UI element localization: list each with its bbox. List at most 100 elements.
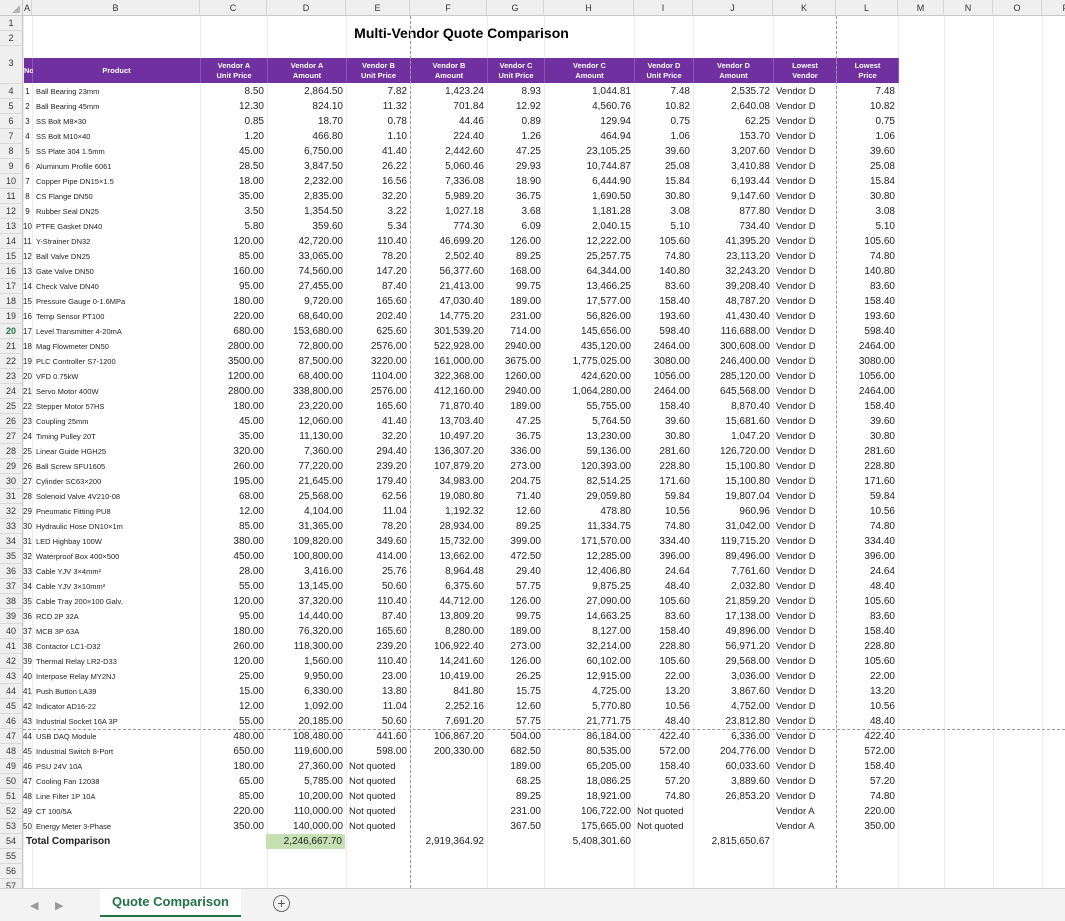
value-cell[interactable]: 522,928.00: [410, 339, 487, 354]
value-cell[interactable]: 30.80: [634, 189, 693, 204]
value-cell[interactable]: 338,800.00: [267, 384, 346, 399]
value-cell[interactable]: 10.56: [634, 504, 693, 519]
row-header-40[interactable]: 40: [0, 624, 23, 639]
value-cell[interactable]: 39.60: [634, 414, 693, 429]
row-header-12[interactable]: 12: [0, 204, 23, 219]
value-cell[interactable]: Vendor D: [773, 384, 836, 399]
value-cell[interactable]: 17,138.00: [693, 609, 773, 624]
index-cell[interactable]: 14: [23, 279, 32, 294]
product-cell[interactable]: Indicator AD16-22: [32, 699, 200, 714]
value-cell[interactable]: 682.50: [487, 744, 544, 759]
value-cell[interactable]: 349.60: [346, 534, 410, 549]
value-cell[interactable]: 18.70: [267, 114, 346, 129]
value-cell[interactable]: Vendor D: [773, 609, 836, 624]
value-cell[interactable]: 74.80: [634, 249, 693, 264]
value-cell[interactable]: 99.75: [487, 609, 544, 624]
product-cell[interactable]: Level Transmitter 4-20mA: [32, 324, 200, 339]
row-header-50[interactable]: 50: [0, 774, 23, 789]
value-cell[interactable]: 18,921.00: [544, 789, 634, 804]
value-cell[interactable]: 48.40: [634, 714, 693, 729]
product-cell[interactable]: CT 100/5A: [32, 804, 200, 819]
total-vendor-c[interactable]: 5,408,301.60: [544, 834, 634, 849]
index-cell[interactable]: 27: [23, 474, 32, 489]
value-cell[interactable]: 220.00: [836, 804, 898, 819]
total-vendor-d[interactable]: 2,815,650.67: [693, 834, 773, 849]
row-header-6[interactable]: 6: [0, 114, 23, 129]
value-cell[interactable]: 25.76: [346, 564, 410, 579]
value-cell[interactable]: 220.00: [200, 804, 267, 819]
value-cell[interactable]: 450.00: [200, 549, 267, 564]
value-cell[interactable]: 8.93: [487, 84, 544, 99]
column-header-g[interactable]: G: [487, 0, 544, 16]
value-cell[interactable]: 30.80: [836, 189, 898, 204]
value-cell[interactable]: 1,092.00: [267, 699, 346, 714]
value-cell[interactable]: 68,640.00: [267, 309, 346, 324]
column-header-i[interactable]: I: [634, 0, 693, 16]
value-cell[interactable]: 2,442.60: [410, 144, 487, 159]
column-header-o[interactable]: O: [993, 0, 1042, 16]
value-cell[interactable]: Not quoted: [346, 804, 410, 819]
value-cell[interactable]: 3,889.60: [693, 774, 773, 789]
row-header-17[interactable]: 17: [0, 279, 23, 294]
value-cell[interactable]: 95.00: [200, 279, 267, 294]
value-cell[interactable]: 59.84: [836, 489, 898, 504]
value-cell[interactable]: 56,377.60: [410, 264, 487, 279]
value-cell[interactable]: 19,080.80: [410, 489, 487, 504]
row-header-28[interactable]: 28: [0, 444, 23, 459]
value-cell[interactable]: 422.40: [836, 729, 898, 744]
index-cell[interactable]: 6: [23, 159, 32, 174]
value-cell[interactable]: 41,395.20: [693, 234, 773, 249]
value-cell[interactable]: 110.40: [346, 654, 410, 669]
row-header-49[interactable]: 49: [0, 759, 23, 774]
value-cell[interactable]: Vendor D: [773, 549, 836, 564]
value-cell[interactable]: Vendor D: [773, 369, 836, 384]
value-cell[interactable]: 21,859.20: [693, 594, 773, 609]
value-cell[interactable]: 180.00: [200, 399, 267, 414]
value-cell[interactable]: 228.80: [634, 639, 693, 654]
value-cell[interactable]: 10.82: [836, 99, 898, 114]
value-cell[interactable]: 3.50: [200, 204, 267, 219]
value-cell[interactable]: 39.60: [634, 144, 693, 159]
column-header-f[interactable]: F: [410, 0, 487, 16]
value-cell[interactable]: Vendor D: [773, 219, 836, 234]
value-cell[interactable]: 4,560.76: [544, 99, 634, 114]
value-cell[interactable]: 231.00: [487, 804, 544, 819]
index-cell[interactable]: 24: [23, 429, 32, 444]
value-cell[interactable]: 14,775.20: [410, 309, 487, 324]
value-cell[interactable]: 260.00: [200, 459, 267, 474]
product-cell[interactable]: CS Flange DN50: [32, 189, 200, 204]
value-cell[interactable]: 45.00: [200, 414, 267, 429]
value-cell[interactable]: 2800.00: [200, 384, 267, 399]
value-cell[interactable]: 15,100.80: [693, 474, 773, 489]
value-cell[interactable]: 478.80: [544, 504, 634, 519]
value-cell[interactable]: 10,497.20: [410, 429, 487, 444]
value-cell[interactable]: 26.25: [487, 669, 544, 684]
total-label[interactable]: Total Comparison: [23, 834, 200, 849]
index-cell[interactable]: 50: [23, 819, 32, 834]
value-cell[interactable]: Vendor D: [773, 594, 836, 609]
value-cell[interactable]: 5.10: [634, 219, 693, 234]
value-cell[interactable]: 9,147.60: [693, 189, 773, 204]
row-header-33[interactable]: 33: [0, 519, 23, 534]
value-cell[interactable]: 714.00: [487, 324, 544, 339]
row-header-27[interactable]: 27: [0, 429, 23, 444]
value-cell[interactable]: 145,656.00: [544, 324, 634, 339]
index-cell[interactable]: 29: [23, 504, 32, 519]
column-header-h[interactable]: H: [544, 0, 634, 16]
value-cell[interactable]: 399.00: [487, 534, 544, 549]
product-cell[interactable]: Energy Meter 3-Phase: [32, 819, 200, 834]
value-cell[interactable]: 6,193.44: [693, 174, 773, 189]
value-cell[interactable]: 193.60: [634, 309, 693, 324]
value-cell[interactable]: 572.00: [836, 744, 898, 759]
row-header-36[interactable]: 36: [0, 564, 23, 579]
value-cell[interactable]: 171.60: [634, 474, 693, 489]
value-cell[interactable]: 6,750.00: [267, 144, 346, 159]
value-cell[interactable]: 87.40: [346, 609, 410, 624]
value-cell[interactable]: 650.00: [200, 744, 267, 759]
value-cell[interactable]: 83.60: [836, 609, 898, 624]
value-cell[interactable]: 30.80: [836, 429, 898, 444]
value-cell[interactable]: 8,870.40: [693, 399, 773, 414]
product-cell[interactable]: Timing Pulley 20T: [32, 429, 200, 444]
product-cell[interactable]: Industrial Socket 16A 3P: [32, 714, 200, 729]
value-cell[interactable]: 367.50: [487, 819, 544, 834]
